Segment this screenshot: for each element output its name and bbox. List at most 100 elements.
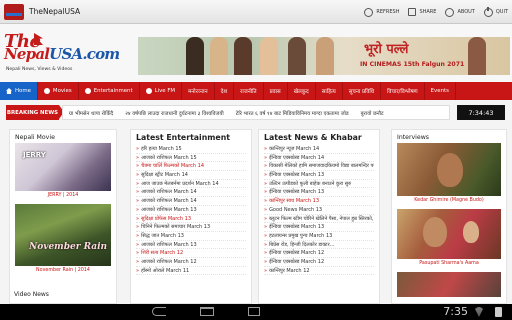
nav-item-entertainment[interactable]: Entertainment xyxy=(79,82,140,100)
nav-item-home[interactable]: Home xyxy=(0,82,38,100)
news-list-item[interactable]: » हटलायन्स प्रमुख पुन्च March 13 xyxy=(264,232,374,241)
nav-label: प्रवास xyxy=(269,89,281,95)
entertainment-list-item[interactable]: » सिद्ध जात March 13 xyxy=(136,232,246,241)
chevron-right-icon: » xyxy=(136,241,140,248)
entertainment-list-item[interactable]: » आज जाउछ मेलबर्नमा प्रदर्शन March 14 xyxy=(136,180,246,189)
news-list-item[interactable]: » ईन्डिया एक्सप्रेस्ड March 13 xyxy=(264,171,374,180)
entertainment-list-item[interactable]: » हाँस्नो ओराले March 11 xyxy=(136,267,246,276)
nav-label: Home xyxy=(15,88,31,94)
nav-item-movies[interactable]: Movies xyxy=(38,82,79,100)
news-list-item[interactable]: » कान्तिपुर साथ March 13 xyxy=(264,197,374,206)
list-item-text: आजको राशिफल March 14 xyxy=(141,198,197,205)
chevron-right-icon: » xyxy=(264,146,268,152)
info-icon xyxy=(445,7,455,17)
entertainment-list-item[interactable]: » हरि हत्या March 15 xyxy=(136,145,246,154)
entertainment-list-item[interactable]: » सुदिक्षा प्रोफेस March 13 xyxy=(136,215,246,224)
news-list-item[interactable]: » Good News March 13 xyxy=(264,206,374,215)
list-item-text: चैत्रमा चार्लि फिल्मको March 14 xyxy=(141,163,205,170)
latest-entertainment-section: Latest Entertainment » हरि हत्या March 15… xyxy=(130,129,252,304)
refresh-button[interactable]: REFRESH xyxy=(364,7,399,17)
quit-button[interactable]: QUIT xyxy=(483,6,508,17)
back-button[interactable] xyxy=(152,307,166,316)
interview-caption[interactable]: Pasupati Sharma's Aama xyxy=(392,261,506,266)
interview-caption[interactable]: Kedar Ghimire (Magne Budo) xyxy=(392,198,506,203)
banner-subtitle: IN CINEMAS 15th Falgun 2071 xyxy=(360,61,465,68)
interview-video-thumbnail[interactable] xyxy=(397,209,501,259)
nav-item-desh[interactable]: देश xyxy=(215,82,235,100)
share-button[interactable]: SHARE xyxy=(408,8,436,16)
news-list-item[interactable]: » ब्लूटन फिल्म स्टीम चोरिने खेलिने पैसा, … xyxy=(264,215,374,224)
list-item-text: चिनिने फिल्मको समाचार March 13 xyxy=(141,224,211,231)
main-nav: Home Movies Entertainment Live FM मनोरञ्… xyxy=(0,82,512,100)
entertainment-list-item[interactable]: » चैत्रमा चार्लि फिल्मको March 14 xyxy=(136,162,246,172)
nav-item-bichar[interactable]: विचार/विश्लेषण xyxy=(381,82,425,100)
news-list-item[interactable]: » कान्तिपुर March 12 xyxy=(264,267,374,276)
interview-video-thumbnail[interactable] xyxy=(397,143,501,196)
section-title: Nepali Movie xyxy=(15,134,55,141)
movie-poster-november-rain[interactable]: November Rain xyxy=(15,204,111,266)
interviews-section: Interviews Kedar Ghimire (Magne Budo) Pa… xyxy=(391,129,507,304)
news-list-item[interactable]: » ईन्डिया एक्सप्रेस्ड March 12 xyxy=(264,258,374,267)
chevron-right-icon: » xyxy=(136,163,140,170)
recent-apps-button[interactable] xyxy=(248,307,260,316)
poster-title: JERRY xyxy=(23,151,46,159)
news-list-item[interactable]: » विकासी मेलिको हामि समाजवादकियमो विद्या … xyxy=(264,162,374,172)
entertainment-list-item[interactable]: » आजको राशिफल March 13 xyxy=(136,206,246,215)
list-item-text: शिरी सत्य March 12 xyxy=(141,250,184,257)
entertainment-list-item[interactable]: » चिनिने फिल्मको समाचार March 13 xyxy=(136,223,246,232)
news-list-item[interactable]: » बिप्रेस रोड, हिन्जी दिलकोर डाक्टर... xyxy=(264,241,374,250)
battery-icon xyxy=(495,307,502,317)
nav-item-suchana-prabidhi[interactable]: सूचना प्रविधि xyxy=(343,82,382,100)
nav-item-live-fm[interactable]: Live FM xyxy=(140,82,183,100)
nav-item-rajniti[interactable]: राजनीति xyxy=(234,82,264,100)
about-button[interactable]: ABOUT xyxy=(445,7,475,17)
nav-label: Events xyxy=(430,88,449,94)
chevron-right-icon: » xyxy=(136,154,140,161)
chevron-right-icon: » xyxy=(264,224,268,231)
nav-item-manoranjan[interactable]: मनोरञ्जन xyxy=(182,82,215,100)
live-clock: 7:34:43 xyxy=(457,105,505,120)
news-list-item[interactable]: » कान्तिपुर न्यूज March 14 xyxy=(264,145,374,154)
home-button[interactable] xyxy=(200,307,214,316)
entertainment-list-item[interactable]: » शिरी सत्य March 12 xyxy=(136,249,246,258)
nav-label: साहित्य xyxy=(321,89,336,95)
ticker-item[interactable]: ग्रा भीमसेन थापा रोकिँदै xyxy=(63,109,119,117)
entertainment-list-item[interactable]: » आजको राशिफल March 13 xyxy=(136,241,246,250)
chevron-right-icon: » xyxy=(264,267,268,274)
nav-label: देश xyxy=(220,89,228,95)
news-list-item[interactable]: » ईन्डिया एक्सप्रेस्ड March 14 xyxy=(264,154,374,163)
ticker-item[interactable]: २४ वर्षपछि लाउदा राजधानी दुर्घटनामा ३ वि… xyxy=(119,109,230,117)
logo-tagline: Nepali News, Views & Videos xyxy=(6,67,73,72)
movie-caption[interactable]: JERRY | 2014 xyxy=(10,193,116,198)
news-ticker[interactable]: ग्रा भीमसेन थापा रोकिँदै २४ वर्षपछि लाउद… xyxy=(62,105,450,120)
nepali-movie-section: Nepali Movie JERRY JERRY | 2014 November… xyxy=(9,129,117,304)
entertainment-list-item[interactable]: » आजको राशिफल March 14 xyxy=(136,188,246,198)
ticker-item[interactable]: टेरि भारत ६ वर्ष १४ बाट मिडियाविनिमय माग… xyxy=(230,109,355,117)
news-list-item[interactable]: » ईन्डिया एक्सप्रेस्ड March 12 xyxy=(264,249,374,258)
status-time: 7:35 xyxy=(443,305,468,318)
site-logo[interactable]: The NepalUSA.com Nepali News, Views & Vi… xyxy=(4,31,120,79)
ticker-item[interactable]: बुरायो छनौट xyxy=(355,109,390,117)
poster-title: November Rain xyxy=(29,242,108,252)
chevron-right-icon: » xyxy=(264,206,268,213)
entertainment-list-item[interactable]: » आजको राशिफल March 12 xyxy=(136,258,246,267)
app-window: TheNepalUSA REFRESH SHARE ABOUT QUIT The xyxy=(0,0,512,320)
nav-item-events[interactable]: Events xyxy=(425,82,456,100)
entertainment-list-item[interactable]: » सुदिक्षा स्ट्रीट March 14 xyxy=(136,171,246,180)
entertainment-list-item[interactable]: » आजको राशिफल March 14 xyxy=(136,197,246,206)
nav-item-sahitya[interactable]: साहित्य xyxy=(316,82,343,100)
news-list-item[interactable]: » उल्टिन उत्पीडको फूली बाहेक बनाउने कुरा … xyxy=(264,180,374,189)
section-title: Latest News & Khabar xyxy=(264,133,362,142)
nav-item-prawas[interactable]: प्रवास xyxy=(264,82,288,100)
news-list-item[interactable]: » ईन्डिया एक्सप्रेस्ड March 13 xyxy=(264,223,374,232)
list-item-text: ईन्डिया एक्सप्रेस्ड March 13 xyxy=(269,172,325,179)
entertainment-list-item[interactable]: » आजको राशिफल March 15 xyxy=(136,154,246,163)
list-item-text: बिप्रेस रोड, हिन्जी दिलकोर डाक्टर... xyxy=(269,241,335,248)
movie-caption[interactable]: November Rain | 2014 xyxy=(10,268,116,273)
nav-item-khelkud[interactable]: खेलकुद xyxy=(288,82,316,100)
system-navigation-bar: 7:35 xyxy=(0,304,512,320)
movie-poster-jerry[interactable]: JERRY xyxy=(15,143,111,191)
news-list-item[interactable]: » ईन्डिया एक्सप्रेस्ड March 13 xyxy=(264,188,374,198)
interview-video-thumbnail[interactable] xyxy=(397,272,501,297)
movie-banner-ad[interactable]: भूरो पल्ले IN CINEMAS 15th Falgun 2071 xyxy=(138,37,510,75)
